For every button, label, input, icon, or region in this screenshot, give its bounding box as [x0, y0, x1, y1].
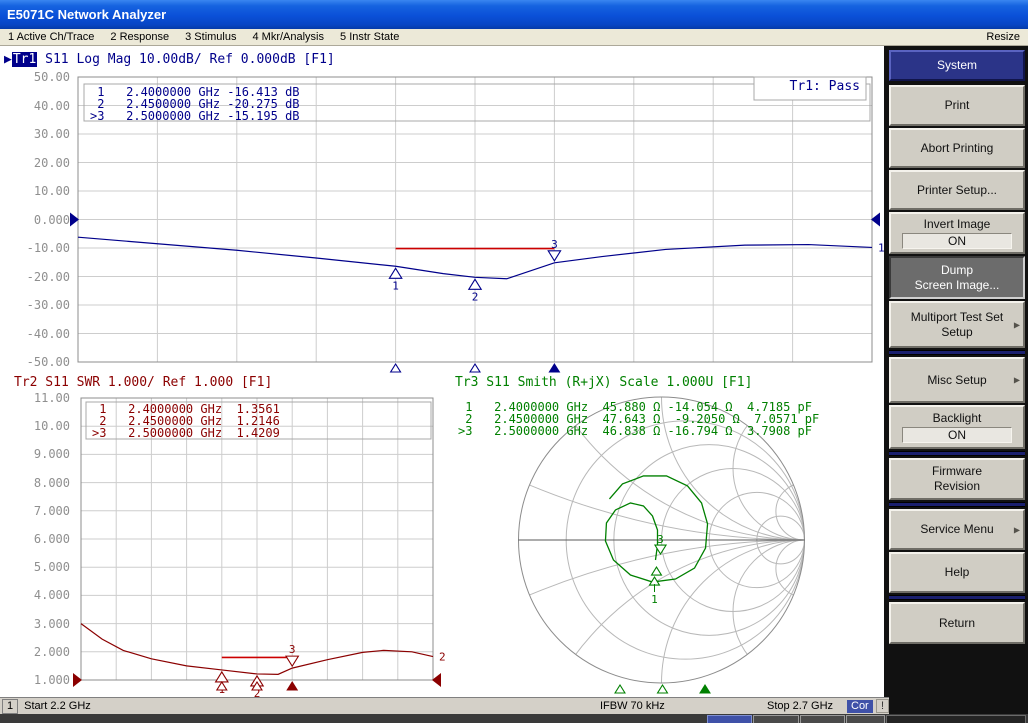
correction-status-badge: Cor — [847, 700, 873, 713]
tr1-pass-status: Tr1: Pass — [760, 79, 860, 94]
softkey-multiport-test-set-setup[interactable]: Multiport Test Set Setup ▶ — [889, 301, 1025, 348]
tr3-marker-row-3: >3 2.5000000 GHz 46.838 Ω -16.794 Ω 3.79… — [458, 425, 812, 437]
active-trace-arrow-icon: ▶ — [4, 52, 12, 67]
menu-response[interactable]: 2 Response — [102, 31, 177, 43]
taskbar-segment[interactable] — [846, 715, 885, 723]
tr2-y-label: 11.00 — [8, 391, 70, 405]
softkey-invert-image[interactable]: Invert Image ON — [889, 212, 1025, 254]
softkey-dump-screen-image[interactable]: Dump Screen Image... — [889, 256, 1025, 299]
softkey-printer-setup[interactable]: Printer Setup... — [889, 170, 1025, 210]
plots-canvas: 1231123231 — [0, 46, 884, 697]
svg-text:2: 2 — [439, 651, 446, 664]
submenu-arrow-icon: ▶ — [1014, 373, 1020, 388]
tr1-chip: Tr1 — [12, 52, 37, 67]
svg-text:3: 3 — [657, 533, 664, 546]
softkey-separator — [889, 502, 1025, 507]
tr1-y-label: -10.00 — [8, 241, 70, 255]
tr2-y-label: 3.000 — [8, 617, 70, 631]
tr2-y-label: 7.000 — [8, 504, 70, 518]
softkey-system[interactable]: System — [889, 50, 1025, 81]
menu-instr-state[interactable]: 5 Instr State — [332, 31, 407, 43]
svg-text:2: 2 — [472, 290, 479, 303]
menu-active-ch-trace[interactable]: 1 Active Ch/Trace — [0, 31, 102, 43]
tr1-y-label: -40.00 — [8, 327, 70, 341]
taskbar-segment[interactable] — [707, 715, 752, 723]
window-titlebar[interactable]: E5071C Network Analyzer — [0, 0, 1028, 29]
softkey-backlight[interactable]: Backlight ON — [889, 405, 1025, 449]
taskbar-clock-segment — [886, 715, 1026, 723]
tr2-marker-row-3: >3 2.5000000 GHz 1.4209 — [92, 427, 280, 439]
tr1-y-label: 40.00 — [8, 99, 70, 113]
svg-text:3: 3 — [289, 643, 296, 656]
tr3-header[interactable]: Tr3 S11 Smith (R+jX) Scale 1.000U [F1] — [455, 375, 752, 390]
tr2-y-label: 2.000 — [8, 645, 70, 659]
tr1-y-label: -30.00 — [8, 298, 70, 312]
menu-resize[interactable]: Resize — [978, 31, 1028, 43]
tr1-y-label: 20.00 — [8, 156, 70, 170]
tr2-y-label: 8.000 — [8, 476, 70, 490]
tr2-y-label: 4.000 — [8, 588, 70, 602]
menu-stimulus[interactable]: 3 Stimulus — [177, 31, 244, 43]
tr2-y-label: 10.00 — [8, 419, 70, 433]
os-taskbar-strip — [0, 714, 1028, 723]
softkey-abort-printing[interactable]: Abort Printing — [889, 128, 1025, 168]
softkey-return[interactable]: Return — [889, 602, 1025, 644]
softkey-print[interactable]: Print — [889, 85, 1025, 126]
menu-bar: 1 Active Ch/Trace 2 Response 3 Stimulus … — [0, 29, 1028, 46]
graph-area: 1231123231 ▶Tr1 S11 Log Mag 10.00dB/ Ref… — [0, 46, 884, 697]
tr1-y-label: 50.00 — [8, 70, 70, 84]
window-title: E5071C Network Analyzer — [7, 7, 166, 22]
channel-number-badge: 1 — [2, 699, 18, 714]
submenu-arrow-icon: ▶ — [1014, 317, 1020, 332]
softkey-firmware-revision[interactable]: Firmware Revision — [889, 458, 1025, 500]
softkey-menu: System Print Abort Printing Printer Setu… — [884, 46, 1028, 723]
tr1-y-label: -20.00 — [8, 270, 70, 284]
tr2-y-label: 5.000 — [8, 560, 70, 574]
warning-badge: ! — [876, 699, 889, 713]
softkey-separator — [889, 595, 1025, 600]
softkey-misc-setup[interactable]: Misc Setup ▶ — [889, 357, 1025, 403]
tr1-y-label: 0.000 — [8, 213, 70, 227]
tr1-marker-row-3: >3 2.5000000 GHz -15.195 dB — [90, 110, 300, 122]
softkey-help[interactable]: Help — [889, 552, 1025, 593]
ifbw-readout: IFBW 70 kHz — [600, 700, 665, 712]
backlight-state: ON — [902, 427, 1012, 443]
status-bar: 1 Start 2.2 GHz IFBW 70 kHz Stop 2.7 GHz… — [0, 697, 889, 714]
stop-frequency: Stop 2.7 GHz — [767, 700, 833, 712]
svg-text:3: 3 — [551, 238, 558, 251]
tr2-header[interactable]: Tr2 S11 SWR 1.000/ Ref 1.000 [F1] — [14, 375, 272, 390]
instrument-screen: E5071C Network Analyzer 1 Active Ch/Trac… — [0, 0, 1028, 723]
tr2-y-label: 9.000 — [8, 447, 70, 461]
tr2-y-label: 1.000 — [8, 673, 70, 687]
softkey-separator — [889, 350, 1025, 355]
softkey-service-menu[interactable]: Service Menu ▶ — [889, 509, 1025, 550]
submenu-arrow-icon: ▶ — [1014, 522, 1020, 537]
tr2-y-label: 6.000 — [8, 532, 70, 546]
svg-text:1: 1 — [392, 279, 399, 292]
tr1-y-label: 10.00 — [8, 184, 70, 198]
taskbar-segment[interactable] — [753, 715, 799, 723]
svg-text:1: 1 — [651, 593, 658, 606]
invert-image-state: ON — [902, 233, 1012, 249]
tr1-header[interactable]: ▶Tr1 S11 Log Mag 10.00dB/ Ref 0.000dB [F… — [4, 52, 335, 67]
softkey-separator — [889, 451, 1025, 456]
start-frequency: Start 2.2 GHz — [24, 700, 91, 712]
taskbar-segment[interactable] — [800, 715, 845, 723]
menu-mkr-analysis[interactable]: 4 Mkr/Analysis — [244, 31, 332, 43]
tr1-y-label: -50.00 — [8, 355, 70, 369]
tr1-y-label: 30.00 — [8, 127, 70, 141]
